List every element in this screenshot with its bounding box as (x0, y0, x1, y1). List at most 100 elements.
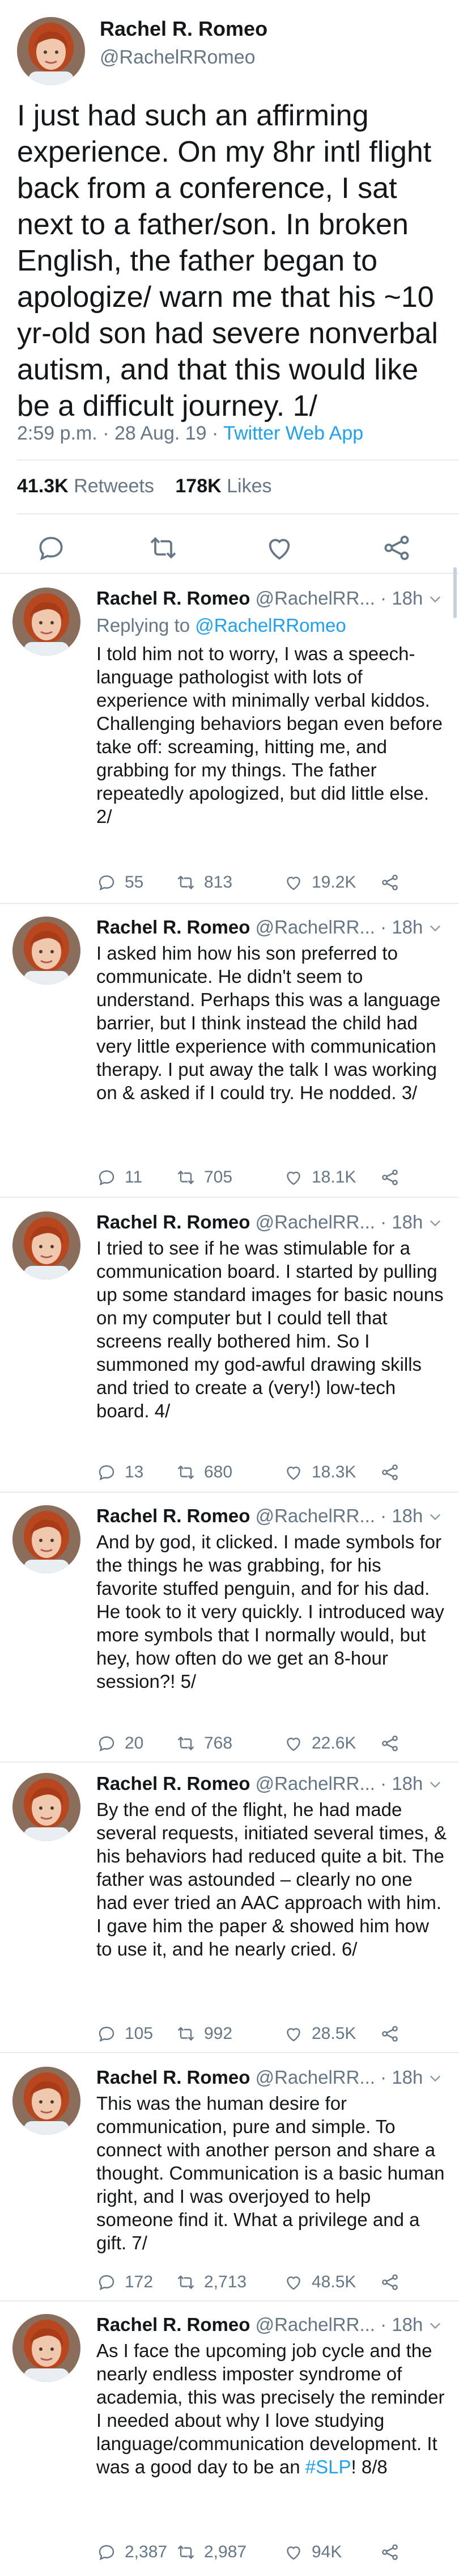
retweets-stat[interactable]: 41.3K Retweets (17, 475, 154, 497)
reply-text: I tried to see if he was stimulable for … (96, 1238, 444, 1421)
tweet-stats: 41.3K Retweets 178K Likes (17, 475, 271, 497)
retweet-action[interactable]: 2,713 (176, 2271, 246, 2294)
reply-time[interactable]: 18h (392, 2314, 423, 2335)
tweet-date[interactable]: 28 Aug. 19 (114, 423, 207, 444)
like-count: 18.1K (312, 1168, 356, 1186)
retweet-action[interactable]: 768 (176, 1732, 232, 1755)
reply-time[interactable]: 18h (392, 917, 423, 938)
avatar[interactable] (12, 1505, 80, 1573)
reply-action[interactable]: 105 (96, 2022, 153, 2045)
like-action[interactable]: 94K (283, 2541, 342, 2564)
author-handle[interactable]: @RachelRR... (256, 588, 375, 609)
avatar[interactable] (12, 2314, 80, 2382)
meta-separator: · (380, 2314, 387, 2335)
reply-time[interactable]: 18h (392, 1773, 423, 1794)
author-name[interactable]: Rachel R. Romeo (96, 2314, 250, 2335)
retweet-action[interactable]: 992 (176, 2022, 232, 2045)
avatar[interactable] (12, 2067, 80, 2135)
like-action[interactable]: 18.3K (283, 1461, 356, 1484)
author-handle[interactable]: @RachelRR... (256, 1211, 375, 1232)
tweet-source[interactable]: Twitter Web App (223, 423, 363, 444)
tweet-time[interactable]: 2:59 p.m. (17, 423, 97, 444)
share-action[interactable] (380, 871, 408, 894)
reply-time[interactable]: 18h (392, 1211, 423, 1232)
like-action[interactable]: 18.1K (283, 1166, 356, 1189)
divider (17, 459, 459, 461)
reply-action[interactable]: 55 (96, 871, 143, 894)
reply-time[interactable]: 18h (392, 1505, 423, 1526)
author-handle[interactable]: @RachelRR... (256, 1773, 375, 1794)
share-icon (380, 2272, 408, 2292)
avatar[interactable] (12, 588, 80, 656)
reply-actions: 172 2,713 48.5K (96, 2271, 448, 2294)
share-action[interactable] (380, 1732, 408, 1755)
reply-action[interactable]: 11 (96, 1166, 142, 1189)
author-handle[interactable]: @RachelRR... (256, 2314, 375, 2335)
chevron-down-icon[interactable] (427, 1775, 443, 1791)
reply-count: 2,387 (125, 2543, 168, 2561)
retweet-action[interactable]: 813 (176, 871, 232, 894)
reply-action[interactable]: 20 (96, 1732, 143, 1755)
share-action[interactable] (380, 2541, 408, 2564)
reply-time[interactable]: 18h (392, 2067, 423, 2088)
chevron-down-icon[interactable] (427, 590, 443, 606)
author-handle[interactable]: @RachelRR... (256, 917, 375, 938)
hashtag-link[interactable]: #SLP (305, 2456, 351, 2477)
reply-tweet[interactable]: Rachel R. Romeo @RachelRR... · 18h I tri… (0, 1211, 459, 1495)
share-action[interactable] (380, 2022, 408, 2045)
author-handle[interactable]: @RachelRRomeo (100, 47, 256, 69)
divider (0, 2300, 459, 2301)
like-count: 94K (312, 2543, 342, 2561)
reply-action[interactable]: 13 (96, 1461, 143, 1484)
like-action[interactable]: 48.5K (283, 2271, 356, 2294)
avatar[interactable] (12, 1773, 80, 1841)
retweet-action[interactable]: 2,987 (176, 2541, 246, 2564)
avatar[interactable] (12, 917, 80, 985)
author-handle[interactable]: @RachelRR... (256, 1505, 375, 1526)
reply-tweet[interactable]: Rachel R. Romeo @RachelRR... · 18h As I … (0, 2314, 459, 2575)
reply-icon (96, 1462, 125, 1483)
author-name[interactable]: Rachel R. Romeo (96, 1505, 250, 1526)
like-count: 18.3K (312, 1463, 356, 1481)
author-name[interactable]: Rachel R. Romeo (96, 917, 250, 938)
like-action[interactable]: 19.2K (283, 871, 356, 894)
reply-tweet[interactable]: Rachel R. Romeo @RachelRR... · 18h Reply… (0, 588, 459, 905)
retweet-action[interactable]: 680 (176, 1461, 232, 1484)
share-action[interactable] (380, 1166, 408, 1189)
reply-action[interactable]: 2,387 (96, 2541, 167, 2564)
share-icon[interactable] (381, 532, 413, 564)
reply-tweet[interactable]: Rachel R. Romeo @RachelRR... · 18h I ask… (0, 917, 459, 1200)
like-icon (283, 1462, 312, 1483)
author-name[interactable]: Rachel R. Romeo (96, 588, 250, 609)
author-name[interactable]: Rachel R. Romeo (96, 2067, 250, 2088)
avatar[interactable] (17, 17, 85, 85)
author-name[interactable]: Rachel R. Romeo (96, 1211, 250, 1232)
chevron-down-icon[interactable] (427, 1507, 443, 1523)
share-action[interactable] (380, 2271, 408, 2294)
reply-icon[interactable] (35, 532, 67, 564)
reply-header: Rachel R. Romeo @RachelRR... · 18h (96, 1505, 448, 1530)
reply-tweet[interactable]: Rachel R. Romeo @RachelRR... · 18h And b… (0, 1505, 459, 1789)
author-handle[interactable]: @RachelRR... (256, 2067, 375, 2088)
likes-stat[interactable]: 178K Likes (175, 475, 271, 497)
chevron-down-icon[interactable] (427, 919, 443, 935)
reply-time[interactable]: 18h (392, 588, 423, 609)
replying-handle[interactable]: @RachelRRomeo (195, 615, 346, 636)
author-name[interactable]: Rachel R. Romeo (100, 17, 267, 41)
like-action[interactable]: 28.5K (283, 2022, 356, 2045)
chevron-down-icon[interactable] (427, 2069, 443, 2085)
chevron-down-icon[interactable] (427, 1214, 443, 1230)
chevron-down-icon[interactable] (427, 2316, 443, 2332)
reply-tweet[interactable]: Rachel R. Romeo @RachelRR... · 18h By th… (0, 1773, 459, 2056)
reply-action[interactable]: 172 (96, 2271, 153, 2294)
like-icon[interactable] (264, 532, 295, 564)
like-icon (283, 1733, 312, 1754)
reply-tweet[interactable]: Rachel R. Romeo @RachelRR... · 18h This … (0, 2067, 459, 2328)
avatar[interactable] (12, 1211, 80, 1279)
like-count: 22.6K (312, 1734, 356, 1752)
like-action[interactable]: 22.6K (283, 1732, 356, 1755)
retweet-action[interactable]: 705 (176, 1166, 232, 1189)
retweet-icon[interactable] (147, 532, 179, 564)
author-name[interactable]: Rachel R. Romeo (96, 1773, 250, 1794)
share-action[interactable] (380, 1461, 408, 1484)
